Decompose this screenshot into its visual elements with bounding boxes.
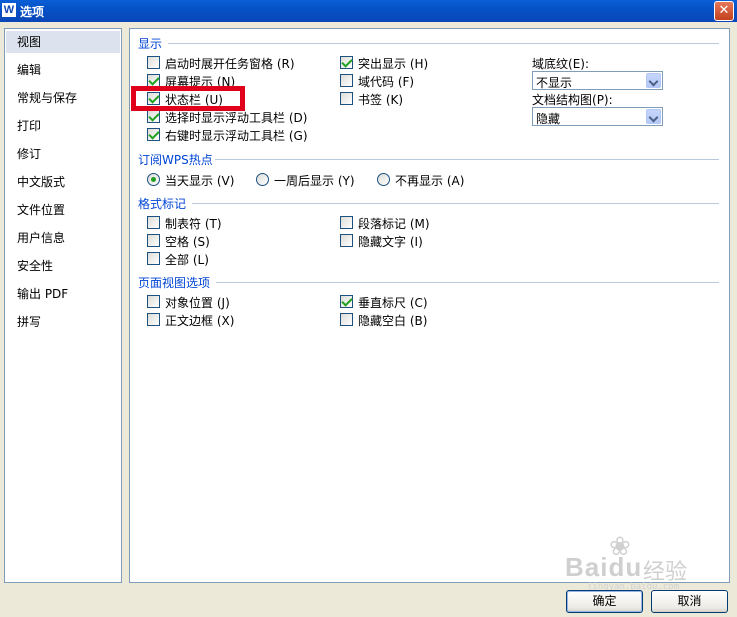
checkbox-box[interactable] [147,110,160,123]
checkbox-box[interactable] [340,313,353,326]
close-icon[interactable]: ✕ [714,1,734,21]
window-title: 选项 [20,5,45,19]
section-divider [168,43,719,44]
doc-map-select[interactable]: 隐藏 [532,107,663,126]
cancel-button[interactable]: 取消 [651,590,728,613]
checkbox-box[interactable] [147,252,160,265]
checkbox-box[interactable] [147,56,160,69]
checkbox-box[interactable] [340,216,353,229]
sidebar-item-print[interactable]: 打印 [6,115,120,137]
doc-map-label: 文档结构图(P): [532,93,613,107]
ok-button[interactable]: 确定 [566,590,643,613]
baidu-jingyan-watermark: ❀ Baidu 经验 jingyan.baidu.com [565,532,705,592]
sidebar-item-general-save[interactable]: 常规与保存 [6,87,120,109]
radio-button[interactable] [256,173,269,186]
wps-app-icon: W [2,3,16,17]
chevron-down-icon[interactable] [646,109,661,124]
section-divider [215,159,719,160]
checkbox-box[interactable] [147,234,160,247]
sidebar-item-export-pdf[interactable]: 输出 PDF [6,283,120,305]
checkbox-box[interactable] [147,295,160,308]
chevron-down-icon[interactable] [646,73,661,88]
checkbox-box[interactable] [147,216,160,229]
sidebar-item-security[interactable]: 安全性 [6,255,120,277]
sidebar-item-edit[interactable]: 编辑 [6,59,120,81]
field-shading-select[interactable]: 不显示 [532,71,663,90]
checkbox-box[interactable] [147,128,160,141]
checkbox-box[interactable] [340,234,353,247]
checkbox-box[interactable] [340,92,353,105]
sidebar-item-user-info[interactable]: 用户信息 [6,227,120,249]
section-divider [216,282,719,283]
section-title-formatting-marks: 格式标记 [138,197,187,211]
checkbox-box[interactable] [147,313,160,326]
options-panel: 显示 启动时展开任务窗格 (R) 屏幕提示 (N) 状态栏 (U) 选择时显示浮… [129,28,730,583]
checkbox-box[interactable] [340,74,353,87]
checkbox-box[interactable] [340,56,353,69]
checkbox-box[interactable] [340,295,353,308]
radio-button[interactable] [377,173,390,186]
section-title-display: 显示 [138,37,163,51]
radio-button[interactable] [147,173,160,186]
sidebar-item-spelling[interactable]: 拼写 [6,311,120,333]
sidebar-item-revision[interactable]: 修订 [6,143,120,165]
highlight-box-status-bar [131,86,245,111]
section-title-page-view: 页面视图选项 [138,276,211,290]
field-shading-label: 域底纹(E): [532,57,590,71]
options-category-list[interactable]: 视图 编辑 常规与保存 打印 修订 中文版式 文件位置 用户信息 安全性 输出 … [4,28,122,583]
sidebar-item-chinese-layout[interactable]: 中文版式 [6,171,120,193]
section-divider [192,203,719,204]
sidebar-item-file-location[interactable]: 文件位置 [6,199,120,221]
sidebar-item-view[interactable]: 视图 [6,31,120,53]
watermark-text: Baidu [565,552,643,582]
title-bar[interactable]: W 选项 ✕ [0,0,737,22]
section-title-wps-hot: 订阅WPS热点 [138,153,213,167]
